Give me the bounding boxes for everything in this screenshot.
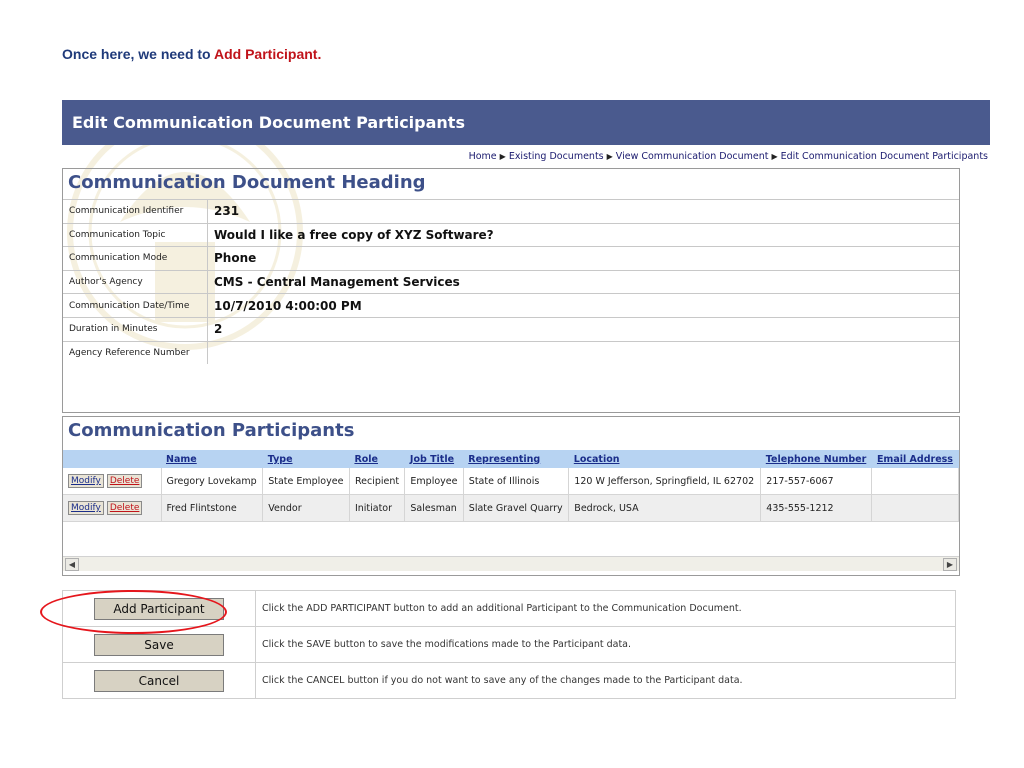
breadcrumb: Home ▶ Existing Documents ▶ View Communicati… — [62, 151, 988, 162]
column-header-email[interactable]: Email Address — [871, 450, 959, 468]
row-actions: Modify Delete — [63, 494, 162, 522]
column-header-job-title[interactable]: Job Title — [404, 450, 464, 468]
save-button[interactable]: Save — [94, 633, 224, 656]
cell-type: State Employee — [262, 468, 350, 495]
field-value — [207, 340, 959, 365]
column-header-actions — [63, 450, 161, 468]
heading-info-table: Communication Identifier 231 Communicatio… — [63, 199, 959, 365]
arrow-left-icon[interactable]: ◀ — [65, 558, 79, 571]
breadcrumb-view-communication-document[interactable]: View Communication Document — [616, 151, 769, 162]
cell-telephone: 217-557-6067 — [760, 468, 873, 495]
cell-role: Initiator — [349, 494, 406, 522]
page-header: Edit Communication Document Participants — [62, 100, 990, 145]
info-row: Duration in Minutes 2 — [63, 316, 959, 342]
instruction-highlight: Add Participant. — [213, 46, 322, 62]
modify-button[interactable]: Modify — [68, 474, 104, 488]
page-title: Edit Communication Document Participants — [72, 113, 465, 132]
cell-email — [871, 494, 959, 522]
action-description: Click the SAVE button to save the modifi… — [255, 626, 956, 663]
sort-link-representing[interactable]: Representing — [468, 454, 540, 465]
horizontal-scrollbar[interactable]: ◀ ▶ — [63, 556, 959, 571]
field-label: Duration in Minutes — [63, 316, 208, 342]
instruction-text: Once here, we need to Add Participant. — [62, 46, 321, 62]
breadcrumb-current: Edit Communication Document Participants — [780, 151, 988, 162]
add-participant-button[interactable]: Add Participant — [94, 597, 224, 620]
arrow-right-icon[interactable]: ▶ — [943, 558, 957, 571]
participants-table: Name Type Role Job Title Representing Lo… — [63, 450, 959, 522]
triangle-right-icon: ▶ — [771, 152, 778, 161]
field-label: Author's Agency — [63, 269, 208, 294]
triangle-right-icon: ▶ — [499, 152, 506, 161]
row-actions: Modify Delete — [63, 468, 162, 495]
column-header-location[interactable]: Location — [568, 450, 761, 468]
cell-type: Vendor — [262, 494, 350, 522]
sort-link-telephone[interactable]: Telephone Number — [766, 454, 867, 465]
cell-name: Fred Flintstone — [161, 494, 264, 522]
table-row: Modify Delete Fred Flintstone Vendor Init… — [63, 494, 959, 522]
cell-representing: State of Illinois — [463, 468, 570, 495]
field-value: CMS - Central Management Services — [207, 269, 959, 294]
cell-job-title: Employee — [404, 468, 464, 495]
cell-telephone: 435-555-1212 — [760, 494, 873, 522]
sort-link-type[interactable]: Type — [268, 454, 293, 465]
field-label: Communication Topic — [63, 222, 208, 247]
section-title-heading: Communication Document Heading — [68, 172, 426, 193]
table-row: Modify Delete Gregory Lovekamp State Empl… — [63, 468, 959, 495]
info-row: Author's Agency CMS - Central Management … — [63, 269, 959, 294]
cell-location: 120 W Jefferson, Springfield, IL 62702 — [568, 468, 762, 495]
column-header-type[interactable]: Type — [262, 450, 350, 468]
section-title-participants: Communication Participants — [68, 420, 355, 441]
breadcrumb-home[interactable]: Home — [469, 151, 497, 162]
breadcrumb-existing-documents[interactable]: Existing Documents — [509, 151, 604, 162]
cell-name: Gregory Lovekamp — [161, 468, 264, 495]
field-value: 231 — [207, 199, 959, 224]
cell-location: Bedrock, USA — [568, 494, 762, 522]
action-button-cell: Save — [62, 626, 256, 663]
action-row: Add Participant Click the ADD PARTICIPAN… — [62, 590, 956, 627]
action-description: Click the CANCEL button if you do not wa… — [255, 662, 956, 699]
delete-button[interactable]: Delete — [106, 474, 143, 488]
action-row: Cancel Click the CANCEL button if you do… — [62, 662, 956, 699]
instruction-prefix: Once here, we need to — [62, 46, 214, 62]
actions-table: Add Participant Click the ADD PARTICIPAN… — [62, 590, 956, 699]
cell-representing: Slate Gravel Quarry — [463, 494, 570, 522]
triangle-right-icon: ▶ — [606, 152, 613, 161]
info-row: Communication Mode Phone — [63, 246, 959, 271]
info-row: Communication Date/Time 10/7/2010 4:00:00… — [63, 293, 959, 318]
info-row: Communication Identifier 231 — [63, 199, 959, 224]
sort-link-role[interactable]: Role — [354, 454, 378, 465]
field-label: Communication Identifier — [63, 199, 208, 224]
sort-link-job-title[interactable]: Job Title — [410, 454, 454, 465]
info-row: Communication Topic Would I like a free c… — [63, 222, 959, 247]
field-value: Phone — [207, 246, 959, 271]
field-label: Communication Date/Time — [63, 293, 208, 318]
column-header-telephone[interactable]: Telephone Number — [760, 450, 872, 468]
field-label: Communication Mode — [63, 246, 208, 271]
action-row: Save Click the SAVE button to save the m… — [62, 626, 956, 663]
action-button-cell: Add Participant — [62, 590, 256, 627]
participants-header-row: Name Type Role Job Title Representing Lo… — [63, 450, 959, 468]
cell-job-title: Salesman — [404, 494, 464, 522]
column-header-representing[interactable]: Representing — [463, 450, 569, 468]
column-header-role[interactable]: Role — [349, 450, 405, 468]
action-button-cell: Cancel — [62, 662, 256, 699]
sort-link-name[interactable]: Name — [166, 454, 197, 465]
field-value: 2 — [207, 316, 959, 342]
field-label: Agency Reference Number — [63, 340, 208, 365]
communication-participants-panel: Communication Participants Name Type Rol… — [62, 416, 960, 576]
delete-button[interactable]: Delete — [106, 501, 143, 515]
modify-button[interactable]: Modify — [68, 501, 104, 515]
action-description: Click the ADD PARTICIPANT button to add … — [255, 590, 956, 627]
communication-heading-panel: Communication Document Heading Communica… — [62, 168, 960, 413]
field-value: Would I like a free copy of XYZ Software… — [207, 222, 959, 247]
cancel-button[interactable]: Cancel — [94, 669, 224, 692]
column-header-name[interactable]: Name — [161, 450, 263, 468]
sort-link-location[interactable]: Location — [574, 454, 620, 465]
cell-email — [871, 468, 959, 495]
sort-link-email[interactable]: Email Address — [877, 454, 953, 465]
field-value: 10/7/2010 4:00:00 PM — [207, 293, 959, 318]
info-row: Agency Reference Number — [63, 340, 959, 365]
cell-role: Recipient — [349, 468, 406, 495]
